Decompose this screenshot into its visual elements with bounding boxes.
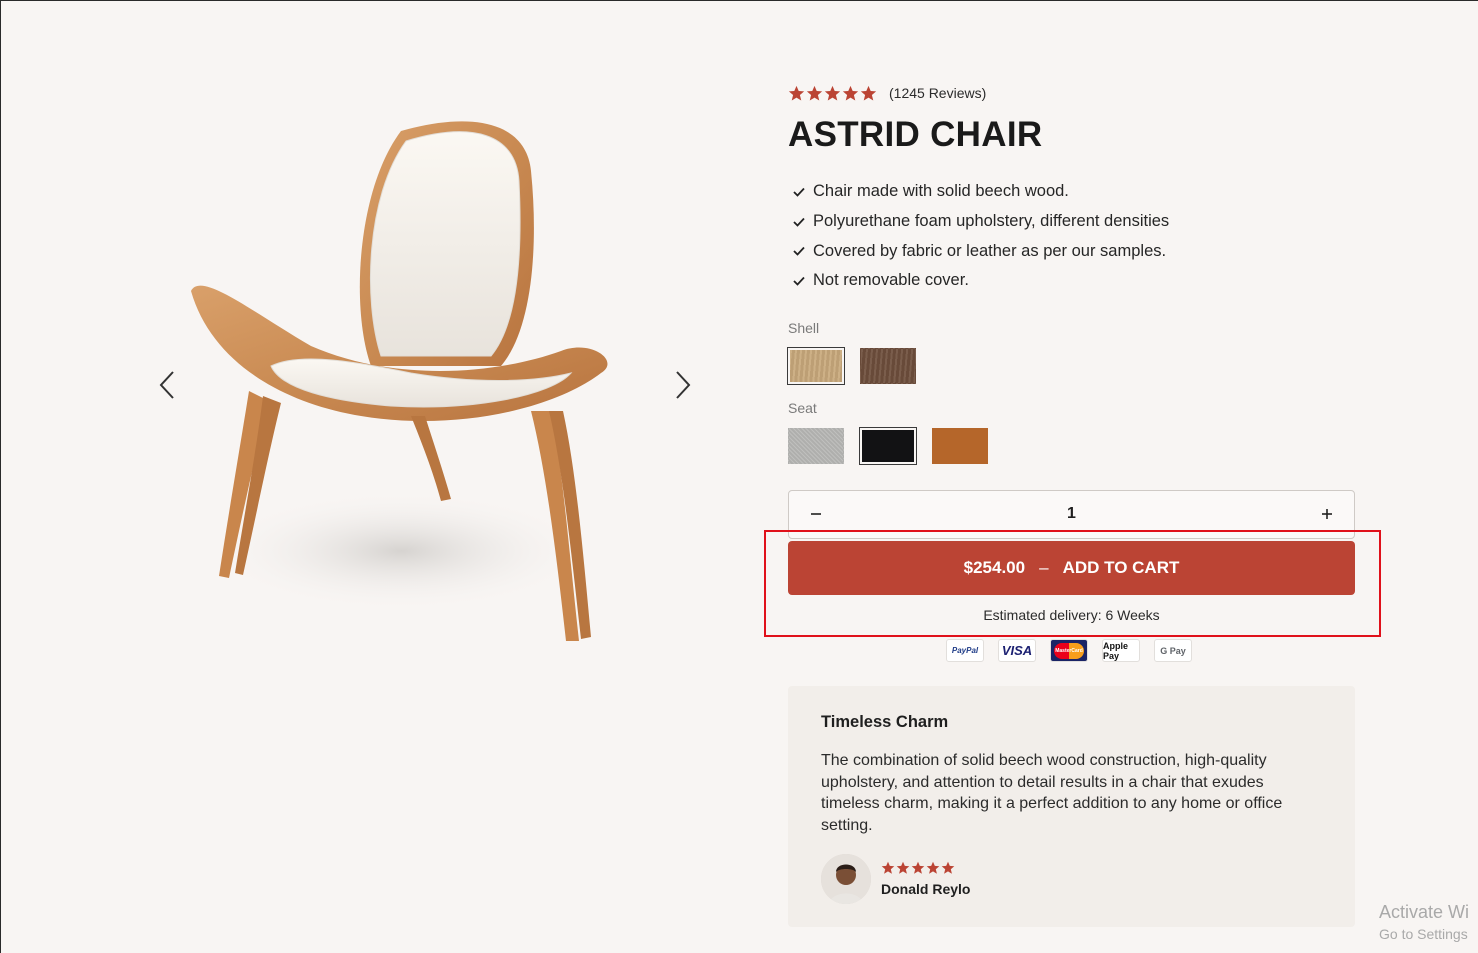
reviews-count[interactable]: (1245 Reviews) — [889, 85, 986, 101]
star-icon — [896, 861, 910, 874]
cart-label: ADD TO CART — [1062, 558, 1180, 577]
apple-pay-icon: Apple Pay — [1102, 639, 1140, 662]
payment-methods: PayPal VISA MasterCard Apple Pay G Pay — [946, 639, 1192, 662]
rating-stars — [788, 85, 877, 102]
reviewer: Donald Reylo — [821, 854, 1322, 904]
star-icon — [911, 861, 925, 874]
google-pay-icon: G Pay — [1154, 639, 1192, 662]
quantity-decrease-button[interactable] — [809, 507, 823, 521]
star-icon — [806, 85, 823, 100]
shell-swatch-light-wood[interactable] — [787, 346, 845, 385]
check-icon — [793, 247, 805, 257]
rating-row: (1245 Reviews) — [788, 81, 1355, 105]
star-icon — [842, 85, 859, 100]
shell-label: Shell — [788, 319, 820, 336]
quantity-increase-button[interactable] — [1320, 507, 1334, 521]
add-to-cart-button[interactable]: $254.00 – ADD TO CART — [788, 541, 1355, 595]
chevron-left-icon — [159, 371, 174, 399]
testimonial-body: The combination of solid beech wood cons… — [821, 752, 1283, 834]
windows-activation-watermark: Activate Wi Go to Settings — [1379, 901, 1469, 945]
minus-icon — [811, 513, 821, 516]
product-title: ASTRID CHAIR — [788, 115, 1043, 154]
feature-item: Not removable cover. — [788, 266, 1355, 296]
chevron-right-icon — [676, 371, 691, 399]
reviewer-name: Donald Reylo — [881, 881, 971, 897]
seat-swatch-black-leather[interactable] — [859, 426, 917, 465]
watermark-line2: Go to Settings — [1379, 926, 1468, 942]
seat-label: Seat — [788, 399, 817, 416]
star-icon — [881, 861, 895, 874]
star-icon — [788, 85, 805, 100]
quantity-value[interactable]: 1 — [1067, 505, 1076, 523]
reviewer-stars — [881, 861, 970, 875]
seat-swatches — [788, 426, 1355, 465]
star-icon — [941, 861, 955, 874]
cart-price: $254.00 — [963, 558, 1026, 577]
shell-swatches — [787, 346, 1355, 385]
testimonial-card: Timeless Charm The combination of solid … — [788, 686, 1355, 927]
product-info: (1245 Reviews) ASTRID CHAIR Chair made w… — [787, 81, 1355, 539]
delivery-estimate: Estimated delivery: 6 Weeks — [983, 607, 1160, 623]
check-icon — [793, 187, 805, 197]
feature-text: Covered by fabric or leather as per our … — [813, 241, 1167, 260]
star-icon — [860, 85, 877, 100]
star-icon — [824, 85, 841, 100]
paypal-icon: PayPal — [946, 639, 984, 662]
gallery-prev-button[interactable] — [149, 363, 185, 407]
check-icon — [793, 276, 805, 286]
mastercard-icon: MasterCard — [1050, 639, 1088, 662]
feature-text: Polyurethane foam upholstery, different … — [813, 212, 1170, 231]
check-icon — [793, 217, 805, 227]
chair-image — [191, 121, 608, 641]
star-icon — [926, 861, 940, 874]
feature-item: Covered by fabric or leather as per our … — [788, 236, 1355, 266]
visa-icon: VISA — [998, 639, 1036, 662]
cart-separator: – — [1039, 558, 1049, 577]
feature-text: Chair made with solid beech wood. — [813, 182, 1069, 201]
product-gallery — [141, 101, 711, 661]
gallery-next-button[interactable] — [665, 363, 701, 407]
feature-item: Polyurethane foam upholstery, different … — [788, 207, 1355, 237]
seat-swatch-grey-fabric[interactable] — [788, 427, 844, 464]
shell-swatch-dark-wood[interactable] — [860, 347, 916, 384]
plus-icon — [1322, 509, 1332, 520]
watermark-line1: Activate Wi — [1379, 902, 1470, 922]
avatar — [821, 854, 871, 904]
feature-item: Chair made with solid beech wood. — [788, 177, 1355, 207]
testimonial-title: Timeless Charm — [821, 713, 949, 731]
seat-swatch-cognac-leather[interactable] — [932, 427, 988, 464]
feature-text: Not removable cover. — [813, 271, 969, 290]
feature-list: Chair made with solid beech wood. Polyure… — [788, 177, 1355, 296]
avatar-image — [821, 854, 871, 904]
